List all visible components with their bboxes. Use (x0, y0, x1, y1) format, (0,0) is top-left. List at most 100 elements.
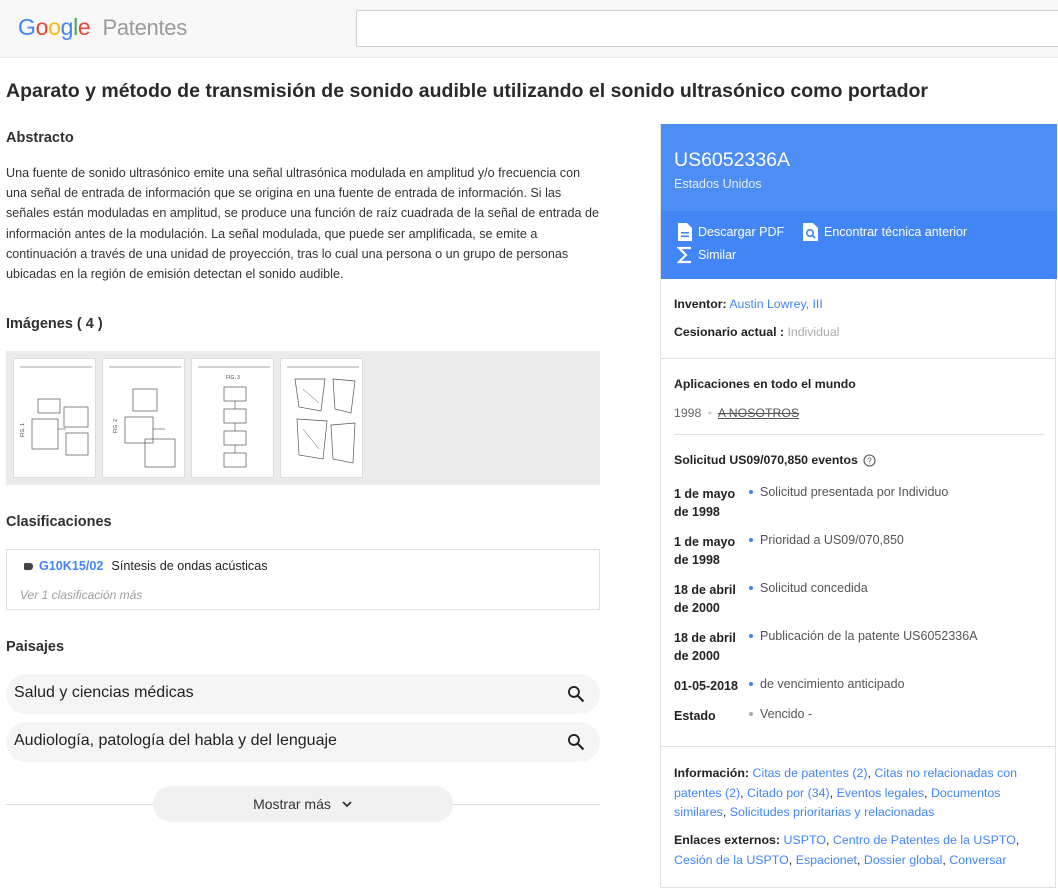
prior-art-search-icon (803, 223, 818, 241)
info-link[interactable]: Eventos legales (837, 786, 924, 800)
landscape-item[interactable]: Audiología, patología del habla y del le… (6, 722, 600, 762)
main-column: Abstracto Una fuente de sonido ultrasóni… (6, 130, 600, 822)
landscape-label: Salud y ciencias médicas (14, 684, 194, 701)
application-events-heading: Solicitud US09/070,850 eventos ? (674, 453, 876, 467)
image-gallery: FIG. 1 FIG. 2 FIG. 3 (6, 351, 600, 485)
timeline-dot (749, 681, 753, 686)
download-pdf-label: Descargar PDF (698, 225, 785, 239)
external-link[interactable]: Cesión de la USPTO (674, 853, 789, 867)
landscape-label: Audiología, patología del habla y del le… (14, 732, 337, 749)
classification-row: G10K15/02 Síntesis de ondas acústicas (24, 559, 268, 573)
event-description: Publicación de la patente US6052336A (760, 629, 978, 643)
show-more-button[interactable]: Mostrar más (153, 786, 453, 822)
abstract-heading: Abstracto (6, 130, 74, 146)
timeline-dot (749, 711, 753, 716)
separator-dot: • (707, 406, 713, 420)
timeline-dot (749, 537, 753, 542)
patent-info-panel: US6052336A Estados Unidos Descargar PDF … (660, 124, 1057, 888)
status-value: Vencido - (749, 707, 812, 721)
search-input[interactable] (356, 10, 1058, 47)
event-date: 18 de abril de 2000 (674, 583, 736, 615)
assignee-label: Cesionario actual : (674, 325, 785, 339)
patent-country: Estados Unidos (674, 177, 762, 191)
external-link[interactable]: Dossier global (864, 853, 943, 867)
classification-code-link[interactable]: G10K15/02 (39, 559, 103, 573)
chevron-down-icon (342, 801, 352, 808)
top-bar: Google Patentes (0, 0, 1058, 58)
info-link[interactable]: Solicitudes prioritarias y relacionadas (730, 805, 935, 819)
search-icon[interactable] (566, 684, 586, 704)
sigma-icon (677, 246, 691, 264)
info-link[interactable]: Citado por (34) (747, 786, 830, 800)
svg-text:FIG. 1: FIG. 1 (20, 423, 26, 437)
svg-text:FIG. 2: FIG. 2 (113, 419, 119, 433)
logo-letter: o (48, 14, 61, 40)
timeline-dot (749, 489, 753, 494)
external-link[interactable]: USPTO (784, 833, 826, 847)
show-more-label: Mostrar más (253, 796, 331, 812)
timeline-dot (749, 633, 753, 638)
pdf-file-icon (678, 223, 692, 241)
event-text: Solicitud concedida (749, 581, 868, 595)
external-links-label: Enlaces externos: (674, 833, 781, 847)
worldwide-country-link[interactable]: A NOSOTROS (718, 406, 799, 420)
download-pdf-button[interactable]: Descargar PDF (677, 222, 784, 242)
logo-letter: G (18, 14, 36, 40)
event-text: Prioridad a US09/070,850 (749, 533, 904, 547)
status-label: Estado (674, 709, 716, 723)
event-description: Solicitud presentada por Individuo (760, 485, 949, 499)
find-prior-art-button[interactable]: Encontrar técnica anterior (802, 222, 967, 242)
classifications-heading: Clasificaciones (6, 514, 112, 530)
worldwide-year: 1998 (674, 406, 702, 420)
event-date: 18 de abril de 2000 (674, 631, 736, 663)
event-text: Solicitud presentada por Individuo (749, 485, 948, 499)
logo-letter: e (77, 14, 91, 40)
event-description: Prioridad a US09/070,850 (760, 533, 904, 547)
divider (661, 358, 1055, 359)
more-classifications-link[interactable]: Ver 1 clasificación más (20, 588, 142, 602)
event-text: de vencimiento anticipado (749, 677, 905, 691)
event-text: Publicación de la patente US6052336A (749, 629, 978, 643)
application-events-heading-text: Solicitud US09/070,850 eventos (674, 453, 858, 467)
google-patents-logo[interactable]: Google Patentes (18, 14, 187, 41)
patent-drawing-thumbnail[interactable]: FIG. 3 (191, 358, 274, 478)
inventor-link[interactable]: Austin Lowrey, III (729, 297, 822, 311)
inventor-row: Inventor: Austin Lowrey, III (674, 297, 823, 311)
patent-number: US6052336A (674, 149, 791, 171)
assignee-value: Individual (787, 325, 840, 339)
svg-text:?: ? (867, 456, 872, 465)
event-date: 1 de mayo de 1998 (674, 487, 736, 519)
patent-title: Aparato y método de transmisión de sonid… (6, 80, 928, 102)
logo-letter: o (35, 14, 49, 40)
worldwide-heading-text: Aplicaciones en todo el mundo (674, 377, 856, 391)
inventor-label: Inventor: (674, 297, 727, 311)
patent-drawing-thumbnail[interactable] (280, 358, 363, 478)
external-link[interactable]: Espacionet (796, 853, 857, 867)
similar-label: Similar (698, 248, 737, 262)
patent-drawing-thumbnail[interactable]: FIG. 2 (102, 358, 185, 478)
assignee-row: Cesionario actual : Individual (674, 325, 839, 339)
landscape-item[interactable]: Salud y ciencias médicas (6, 674, 600, 714)
divider (661, 746, 1055, 747)
divider (674, 434, 1044, 435)
external-link[interactable]: Centro de Patentes de la USPTO (833, 833, 1016, 847)
search-icon[interactable] (566, 732, 586, 752)
external-link[interactable]: Conversar (949, 853, 1006, 867)
timeline-dot (749, 585, 753, 590)
find-prior-art-label: Encontrar técnica anterior (824, 225, 968, 239)
status-text: Vencido - (760, 707, 813, 721)
worldwide-row: 1998 • A NOSOTROS (674, 406, 799, 420)
info-link[interactable]: Citas de patentes (2) (753, 766, 868, 780)
similar-button[interactable]: Similar (677, 246, 736, 264)
panel-header: US6052336A Estados Unidos Descargar PDF … (661, 124, 1057, 279)
event-date: 01-05-2018 (674, 679, 738, 693)
svg-text:FIG. 3: FIG. 3 (226, 375, 240, 381)
patent-drawing-thumbnail[interactable]: FIG. 1 (13, 358, 96, 478)
images-heading: Imágenes ( 4 ) (6, 316, 103, 332)
classification-description: Síntesis de ondas acústicas (111, 559, 268, 573)
event-date: 1 de mayo de 1998 (674, 535, 736, 567)
help-icon[interactable]: ? (863, 453, 876, 467)
classifications-box: G10K15/02 Síntesis de ondas acústicas Ve… (6, 549, 600, 610)
event-description: Solicitud concedida (760, 581, 868, 595)
tag-icon (24, 562, 33, 570)
